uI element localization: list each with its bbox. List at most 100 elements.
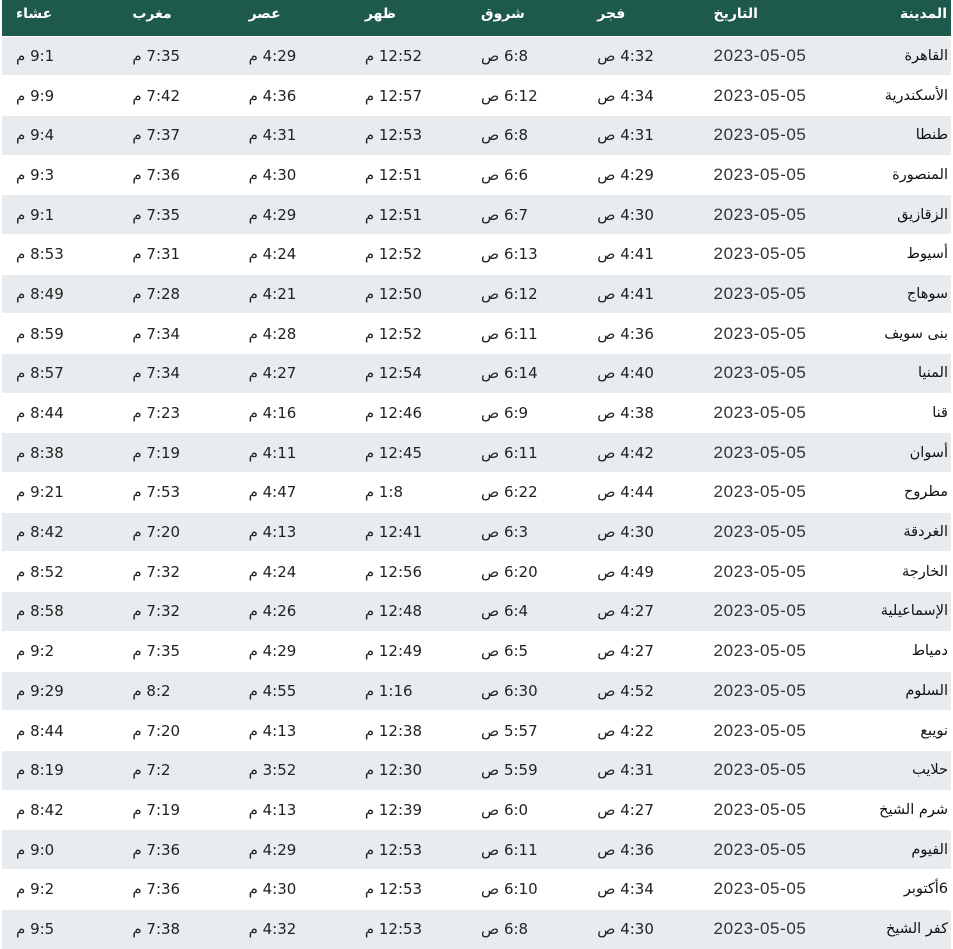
cell-fajr: 4:31 ص — [583, 749, 700, 791]
cell-city: دمياط — [833, 630, 951, 671]
cell-date: 2023-05-05 — [699, 114, 834, 156]
cell-shurooq: 6:8 ص — [467, 114, 584, 156]
cell-fajr: 4:30 ص — [583, 511, 700, 552]
cell-dhuhr: 12:52 م — [350, 233, 468, 275]
table-row: بنى سويف 2023-05-05 4:36 ص 6:11 ص 12:52 م 4:2… — [2, 313, 951, 354]
prayer-times-table-container: المدينة التاريخ فجر شروق ظهر عصر مغرب عش… — [2, 0, 951, 949]
header-shurooq: شروق — [481, 6, 525, 22]
header-dhuhr: ظهر — [364, 6, 396, 22]
cell-dhuhr: 12:50 م — [350, 273, 468, 314]
table-row: شرم الشيخ 2023-05-05 4:27 ص 6:0 ص 12:39 م 4:1… — [2, 789, 951, 830]
cell-fajr: 4:52 ص — [583, 670, 700, 711]
cell-isha: 8:49 م — [2, 273, 119, 314]
cell-isha: 8:38 م — [2, 432, 119, 473]
cell-asr: 4:28 م — [234, 313, 351, 354]
cell-maghrib: 7:35 م — [118, 194, 235, 235]
cell-asr: 3:52 م — [234, 749, 351, 791]
cell-dhuhr: 12:48 م — [350, 591, 468, 632]
header-date: التاريخ — [713, 6, 758, 22]
cell-shurooq: 6:22 ص — [467, 472, 584, 513]
cell-isha: 8:58 م — [2, 591, 119, 632]
cell-maghrib: 7:42 م — [118, 75, 235, 116]
cell-dhuhr: 12:53 م — [350, 829, 468, 870]
cell-asr: 4:27 م — [234, 353, 351, 394]
header-city: المدينة — [900, 6, 947, 22]
cell-fajr: 4:30 ص — [583, 908, 700, 949]
table-row: 6أكتوبر 2023-05-05 4:34 ص 6:10 ص 12:53 م 4:30… — [2, 868, 951, 910]
cell-asr: 4:13 م — [234, 511, 351, 552]
cell-maghrib: 7:38 م — [118, 908, 235, 949]
cell-asr: 4:26 م — [234, 591, 351, 632]
cell-fajr: 4:22 ص — [583, 710, 700, 751]
cell-city: بنى سويف — [833, 313, 951, 354]
cell-dhuhr: 12:45 م — [350, 432, 468, 473]
cell-maghrib: 7:34 م — [118, 353, 235, 394]
cell-isha: 9:4 م — [2, 114, 119, 156]
table-row: قنا 2023-05-05 4:38 ص 6:9 ص 12:46 م 4:16 م 7:2… — [2, 392, 951, 433]
cell-date: 2023-05-05 — [699, 630, 834, 671]
cell-date: 2023-05-05 — [699, 591, 834, 632]
cell-isha: 9:1 م — [2, 194, 119, 235]
cell-fajr: 4:38 ص — [583, 392, 700, 433]
table-row: الزقازيق 2023-05-05 4:30 ص 6:7 ص 12:51 م 4:29… — [2, 194, 951, 235]
table-row: الأسكندرية 2023-05-05 4:34 ص 6:12 ص 12:57 م4… — [2, 75, 951, 116]
cell-shurooq: 6:8 ص — [467, 908, 584, 949]
cell-shurooq: 6:30 ص — [467, 670, 584, 711]
cell-dhuhr: 12:52 م — [350, 313, 468, 354]
cell-city: الأسكندرية — [833, 75, 951, 116]
cell-city: الفيوم — [833, 829, 951, 870]
cell-shurooq: 6:13 ص — [467, 233, 584, 275]
cell-asr: 4:29 م — [234, 630, 351, 671]
cell-asr: 4:31 م — [234, 114, 351, 156]
cell-maghrib: 7:36 م — [118, 868, 235, 910]
cell-dhuhr: 1:8 م — [350, 472, 468, 513]
cell-asr: 4:29 م — [234, 829, 351, 870]
cell-maghrib: 7:28 م — [118, 273, 235, 314]
cell-fajr: 4:31 ص — [583, 114, 700, 156]
cell-fajr: 4:44 ص — [583, 472, 700, 513]
prayer-times-table: المدينة التاريخ فجر شروق ظهر عصر مغرب عش… — [2, 0, 951, 949]
cell-maghrib: 7:34 م — [118, 313, 235, 354]
cell-asr: 4:32 م — [234, 908, 351, 949]
cell-shurooq: 5:57 ص — [467, 710, 584, 751]
cell-city: الغردقة — [833, 511, 951, 552]
cell-shurooq: 6:12 ص — [467, 273, 584, 314]
cell-asr: 4:24 م — [234, 551, 351, 592]
cell-maghrib: 7:37 م — [118, 114, 235, 156]
cell-maghrib: 8:2 م — [118, 670, 235, 711]
cell-date: 2023-05-05 — [699, 273, 834, 314]
cell-city: نويبع — [833, 710, 951, 751]
table-row: نويبع 2023-05-05 4:22 ص 5:57 ص 12:38 م 4:13 م… — [2, 710, 951, 751]
cell-dhuhr: 12:49 م — [350, 630, 468, 671]
cell-dhuhr: 12:39 م — [350, 789, 468, 830]
cell-fajr: 4:27 ص — [583, 789, 700, 830]
cell-city: مطروح — [833, 472, 951, 513]
cell-asr: 4:13 م — [234, 789, 351, 830]
cell-dhuhr: 12:46 م — [350, 392, 468, 433]
cell-city: سوهاج — [833, 273, 951, 314]
cell-city: حلايب — [833, 749, 951, 791]
table-row: الإسماعيلية 2023-05-05 4:27 ص 6:4 ص 12:48 م4… — [2, 591, 951, 632]
cell-fajr: 4:32 ص — [583, 35, 700, 76]
cell-dhuhr: 12:57 م — [350, 75, 468, 116]
cell-date: 2023-05-05 — [699, 233, 834, 275]
cell-asr: 4:21 م — [234, 273, 351, 314]
cell-shurooq: 5:59 ص — [467, 749, 584, 791]
cell-asr: 4:55 م — [234, 670, 351, 711]
cell-date: 2023-05-05 — [699, 511, 834, 552]
cell-date: 2023-05-05 — [699, 472, 834, 513]
cell-shurooq: 6:7 ص — [467, 194, 584, 235]
cell-city: الزقازيق — [833, 194, 951, 235]
cell-isha: 9:2 م — [2, 868, 119, 910]
cell-asr: 4:13 م — [234, 710, 351, 751]
cell-dhuhr: 12:51 م — [350, 154, 468, 195]
cell-maghrib: 7:2 م — [118, 749, 235, 791]
table-row: القاهرة 2023-05-05 4:32 ص 6:8 ص 12:52 م 4:29 … — [2, 35, 951, 76]
cell-city: السلوم — [833, 670, 951, 711]
cell-date: 2023-05-05 — [699, 829, 834, 870]
cell-city: المنيا — [833, 353, 951, 394]
cell-city: الخارجة — [833, 551, 951, 592]
cell-dhuhr: 12:53 م — [350, 114, 468, 156]
table-body: القاهرة 2023-05-05 4:32 ص 6:8 ص 12:52 م 4:29 … — [2, 35, 951, 949]
cell-dhuhr: 12:52 م — [350, 35, 468, 76]
